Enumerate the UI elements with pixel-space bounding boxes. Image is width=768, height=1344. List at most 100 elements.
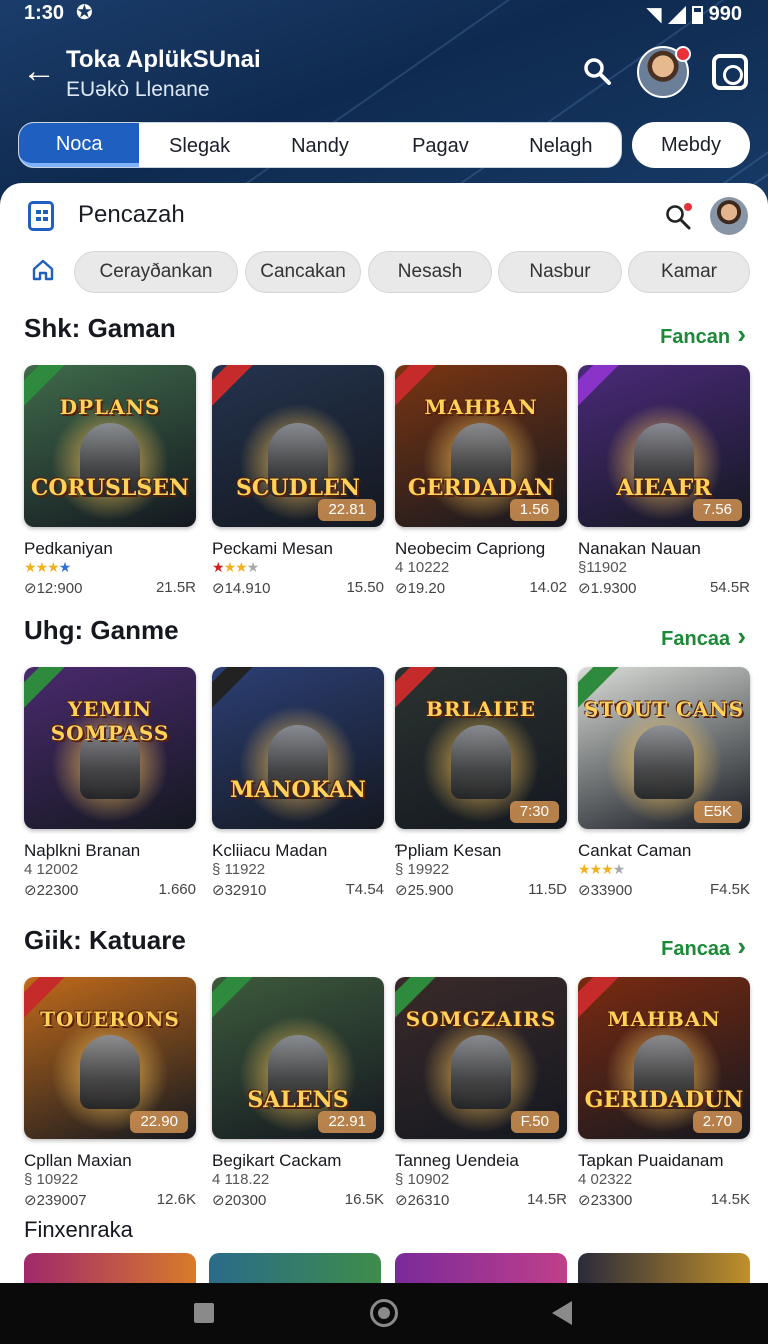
see-all-label: Fancaa [661, 938, 731, 960]
game-card[interactable]: SCUDLEN 22.81 Peckami Mesan ★★★★ ⊘14.910 15.5… [212, 365, 384, 597]
game-card[interactable]: STOUT CANS E5K Cankat Caman ★★★★ ⊘33900 F4.5K [578, 667, 750, 899]
game-title: Cpllan Maxian [24, 1151, 132, 1170]
download-count: ⊘23300 [578, 1192, 633, 1209]
search-icon[interactable] [582, 56, 612, 86]
game-subtitle: § 10902 [395, 1171, 450, 1188]
game-thumbnail[interactable]: SOMGZAIRS F.50 [395, 977, 567, 1139]
game-subtitle: §11902 [578, 559, 627, 576]
game-thumbnail[interactable]: SALENS 22.91 [212, 977, 384, 1139]
tab-noca[interactable]: Noca [19, 123, 140, 167]
game-thumbnail[interactable]: TOUERONS 22.90 [24, 977, 196, 1139]
back-triangle-icon[interactable] [552, 1301, 572, 1325]
star-icon: ★ [578, 861, 591, 877]
game-card[interactable]: DPLANS CORUSLSEN Pedkaniyan ★★★★ ⊘12:900 21.5… [24, 365, 196, 597]
sheet-title: Pencazah [78, 201, 185, 228]
game-thumbnail[interactable]: MANOKAN [212, 667, 384, 829]
game-title: Tanneg Uendeia [395, 1151, 519, 1170]
see-all-link[interactable]: Fancaa › [661, 621, 746, 652]
home-icon[interactable] [32, 259, 54, 281]
game-card[interactable]: AIEAFR 7.56 Nanakan Nauan §11902 ⊘1.9300 54.5… [578, 365, 750, 597]
star-icon: ★ [612, 861, 626, 877]
game-thumbnail[interactable]: STOUT CANS E5K [578, 667, 750, 829]
game-logo-text: GERDADAN [407, 475, 555, 501]
game-thumbnail[interactable]: SCUDLEN 22.81 [212, 365, 384, 527]
game-thumbnail[interactable]: MAHBAN GERDADAN 1.56 [395, 365, 567, 527]
game-card[interactable]: SALENS 22.91 Begikart Cackam 4 118.22 ⊘20300… [212, 977, 384, 1209]
search-icon[interactable] [664, 203, 692, 231]
game-title: Tapkan Puaidanam [578, 1151, 724, 1170]
status-bar: 1:30 ✪ ◥ 990 [0, 0, 768, 28]
chip-kamar[interactable]: Kamar [628, 251, 750, 293]
game-title: Nanakan Nauan [578, 539, 701, 558]
section-title: Uhg: Ganme [24, 615, 179, 645]
corner-ribbon [212, 977, 257, 1024]
tab-mebdy[interactable]: Mebdy [632, 122, 750, 168]
camera-icon[interactable] [712, 54, 748, 90]
game-card[interactable]: MANOKAN Kcliiacu Madan § 11922 ⊘32910 T4.54 [212, 667, 384, 899]
tab-slegak[interactable]: Slegak [139, 123, 259, 167]
calculator-icon[interactable] [28, 201, 54, 231]
game-title: Kcliiacu Madan [212, 841, 328, 860]
recent-apps-icon[interactable] [194, 1303, 214, 1323]
game-card[interactable]: YEMIN SOMPASS Naþlkni Branan 4 12002 ⊘22300… [24, 667, 196, 899]
chip-nasbur[interactable]: Nasbur [498, 251, 622, 293]
chip-cancakan[interactable]: Cancakan [245, 251, 361, 293]
price-badge: 1.56 [509, 499, 559, 521]
system-nav-bar [0, 1283, 768, 1344]
section-label-finxenraka: Finxenraka [24, 1217, 133, 1242]
game-thumbnail-peek[interactable] [209, 1253, 381, 1283]
notification-badge [675, 46, 691, 62]
game-logo-text: SALENS [247, 1087, 349, 1113]
game-thumbnail[interactable]: MAHBAN GERIDADUN 2.70 [578, 977, 750, 1139]
price-badge: E5K [693, 801, 742, 823]
game-card[interactable]: SOMGZAIRS F.50 Tanneg Uendeia § 10902 ⊘26310… [395, 977, 567, 1209]
character-figure [80, 1035, 140, 1109]
tab-pagav[interactable]: Pagav [380, 123, 500, 167]
game-logo-text: DPLANS [59, 395, 161, 419]
avatar[interactable] [637, 46, 691, 98]
game-card[interactable]: MAHBAN GERIDADUN 2.70 Tapkan Puaidanam 4 023… [578, 977, 750, 1209]
game-thumbnail[interactable]: DPLANS CORUSLSEN [24, 365, 196, 527]
game-thumbnail[interactable]: AIEAFR 7.56 [578, 365, 750, 527]
game-subtitle: 4 02322 [578, 1171, 633, 1188]
game-thumbnail[interactable]: YEMIN SOMPASS [24, 667, 196, 829]
star-icon: ★ [223, 559, 237, 575]
game-thumbnail-peek[interactable] [395, 1253, 567, 1283]
price-badge: 2.70 [692, 1111, 742, 1133]
game-subtitle: § 11922 [212, 861, 266, 878]
game-subtitle: 4 10222 [395, 559, 450, 576]
tab-nandy[interactable]: Nandy [260, 123, 380, 167]
see-all-link[interactable]: Fancan › [660, 319, 746, 350]
chip-nesash[interactable]: Nesash [368, 251, 492, 293]
game-logo-text: SCUDLEN [235, 475, 360, 501]
game-thumbnail-peek[interactable] [24, 1253, 196, 1283]
tab-nelagh[interactable]: Nelagh [501, 123, 621, 167]
chip-cerayðankan[interactable]: Cerayðankan [74, 251, 238, 293]
game-title: Peckami Mesan [212, 539, 333, 558]
price-badge: 22.90 [130, 1111, 188, 1133]
game-size: 14.02 [529, 579, 567, 596]
back-arrow-icon[interactable]: ← [22, 54, 56, 88]
app-bar: ← Toka AplükSUnai EUəkò Llenane [0, 40, 768, 110]
section-title: Shk: Gaman [24, 313, 176, 343]
see-all-link[interactable]: Fancaa › [661, 931, 746, 962]
avatar[interactable] [710, 197, 748, 235]
game-logo-text: MANOKAN [229, 777, 367, 803]
download-count: ⊘33900 [578, 882, 633, 899]
game-subtitle: § 19922 [395, 861, 450, 878]
notification-icon: ✪ [76, 2, 93, 24]
game-card[interactable]: MAHBAN GERDADAN 1.56 Neobecim Capriong 4 102… [395, 365, 567, 597]
game-thumbnail[interactable]: BRLAIEE 7:30 [395, 667, 567, 829]
star-icon: ★ [246, 559, 260, 575]
game-size: 1.660 [158, 881, 196, 898]
game-size: 11.5D [528, 881, 567, 898]
sheet-header: Pencazah [0, 197, 768, 237]
home-button-icon[interactable] [370, 1299, 398, 1327]
filter-chips: Cerayðankan Cancakan Nesash Nasbur Kamar [0, 251, 768, 293]
game-card[interactable]: TOUERONS 22.90 Cpllan Maxian § 10922 ⊘239007… [24, 977, 196, 1209]
price-badge: F.50 [510, 1111, 559, 1133]
price-badge: 22.91 [318, 1111, 376, 1133]
game-card[interactable]: BRLAIEE 7:30 Ƥpliam Kesan § 19922 ⊘25.900 11.… [395, 667, 567, 899]
game-logo-text: AIEAFR [616, 475, 712, 501]
game-thumbnail-peek[interactable] [578, 1253, 750, 1283]
